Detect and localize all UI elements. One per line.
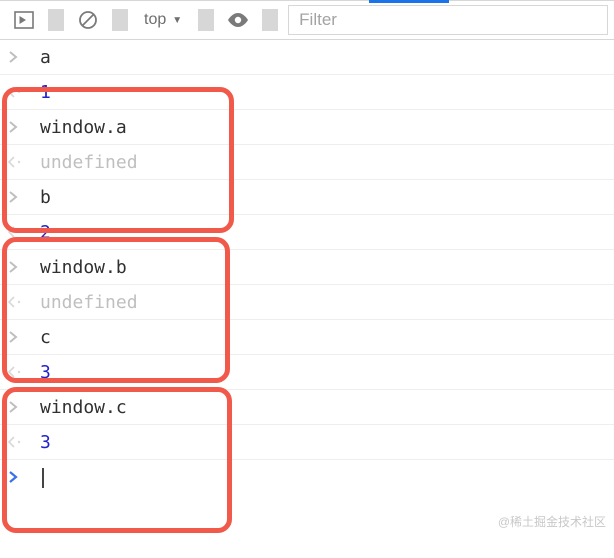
return-arrow-icon: [8, 296, 22, 308]
console-input-row[interactable]: window.c: [0, 390, 614, 425]
console-input-row[interactable]: window.a: [0, 110, 614, 145]
filter-input[interactable]: [288, 5, 608, 35]
context-selector[interactable]: top ▼: [138, 6, 188, 34]
console-output-row[interactable]: undefined: [0, 285, 614, 320]
return-arrow-icon: [8, 436, 22, 448]
return-arrow-icon: [8, 86, 22, 98]
console-value: 3: [40, 432, 51, 453]
console-value: 3: [40, 362, 51, 383]
console-output-row[interactable]: undefined: [0, 145, 614, 180]
chevron-right-icon: [8, 397, 18, 418]
console-value: 1: [40, 82, 51, 103]
clear-console-icon[interactable]: [74, 6, 102, 34]
separator: [48, 9, 64, 31]
console-prompt[interactable]: [0, 460, 614, 495]
console-expression: b: [40, 187, 51, 208]
active-tab-indicator: [369, 0, 449, 3]
console-output-row[interactable]: 1: [0, 75, 614, 110]
separator: [112, 9, 128, 31]
chevron-right-icon: [8, 187, 18, 208]
console-expression: c: [40, 327, 51, 348]
return-arrow-icon: [8, 226, 22, 238]
console-output-row[interactable]: 2: [0, 215, 614, 250]
context-label: top: [144, 11, 166, 29]
console-expression: a: [40, 47, 51, 68]
chevron-right-icon: [8, 117, 18, 138]
console-output-row[interactable]: 3: [0, 355, 614, 390]
filter-wrap: [288, 1, 608, 39]
return-arrow-icon: [8, 366, 22, 378]
console-value: 2: [40, 222, 51, 243]
console-input-row[interactable]: window.b: [0, 250, 614, 285]
chevron-down-icon: ▼: [172, 15, 182, 26]
console-value: undefined: [40, 152, 138, 173]
console-input-row[interactable]: c: [0, 320, 614, 355]
separator: [262, 9, 278, 31]
console-toolbar: top ▼: [0, 0, 614, 40]
toggle-sidebar-icon[interactable]: [10, 6, 38, 34]
live-expressions-icon[interactable]: [224, 6, 252, 34]
return-arrow-icon: [8, 156, 22, 168]
console-input-row[interactable]: b: [0, 180, 614, 215]
chevron-right-icon: [8, 257, 18, 278]
console-value: undefined: [40, 292, 138, 313]
chevron-right-icon: [8, 47, 18, 68]
text-caret: [42, 468, 44, 488]
console-input-row[interactable]: a: [0, 40, 614, 75]
console-output-row[interactable]: 3: [0, 425, 614, 460]
console-expression: window.b: [40, 257, 127, 278]
separator: [198, 9, 214, 31]
console-output: a 1 window.a undefined b 2 window.b: [0, 40, 614, 495]
chevron-right-icon: [8, 327, 18, 348]
watermark: @稀土掘金技术社区: [498, 513, 606, 530]
console-expression: window.c: [40, 397, 127, 418]
chevron-right-icon: [8, 468, 18, 488]
console-expression: window.a: [40, 117, 127, 138]
